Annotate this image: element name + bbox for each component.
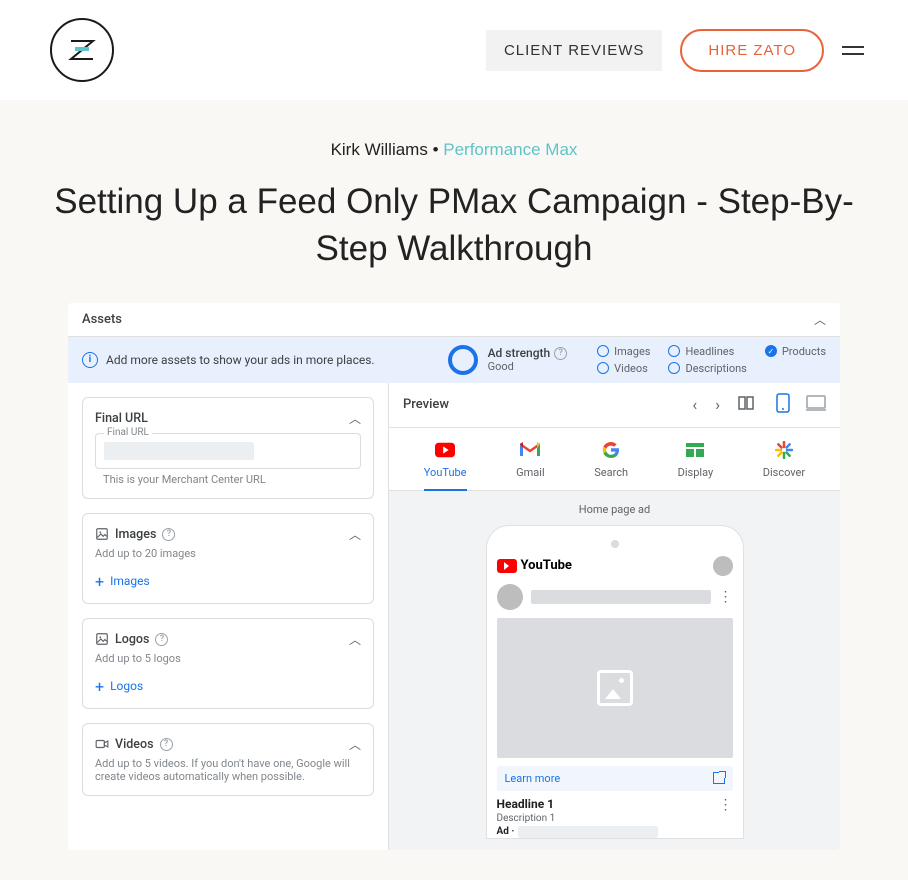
youtube-logo: YouTube xyxy=(497,558,572,573)
check-headlines: Headlines xyxy=(668,345,746,358)
tab-youtube[interactable]: YouTube xyxy=(424,440,467,491)
final-url-title: Final URL xyxy=(95,411,148,426)
screenshot-container: Assets ︿ i Add more assets to show your … xyxy=(68,303,840,850)
logos-card: Logos? ︿ Add up to 5 logos +Logos xyxy=(82,618,374,709)
tab-search[interactable]: Search xyxy=(594,440,628,490)
phone-mockup: YouTube ⋮ Learn more xyxy=(487,526,743,838)
more-icon[interactable]: ⋮ xyxy=(719,797,733,838)
tab-display[interactable]: Display xyxy=(678,440,714,490)
check-videos: Videos xyxy=(597,362,650,375)
asset-checklist: Images Headlines ✓Products Videos Descri… xyxy=(597,345,826,375)
avatar-placeholder xyxy=(713,556,733,576)
images-card: Images? ︿ Add up to 20 images +Images xyxy=(82,513,374,604)
picture-icon xyxy=(597,670,633,706)
final-url-input[interactable]: Final URL xyxy=(95,433,361,469)
check-products: ✓Products xyxy=(765,345,826,358)
info-strip: i Add more assets to show your ads in mo… xyxy=(68,337,840,383)
preview-label: Preview xyxy=(403,397,449,412)
assets-left-column: Final URL ︿ Final URL This is your Merch… xyxy=(68,383,389,850)
next-arrow-icon[interactable]: › xyxy=(715,395,720,414)
help-icon[interactable]: ? xyxy=(155,633,168,646)
assets-panel-header[interactable]: Assets ︿ xyxy=(68,303,840,337)
menu-icon[interactable] xyxy=(842,46,864,55)
preview-description: Description 1 xyxy=(497,813,659,824)
hire-zato-button[interactable]: HIRE ZATO xyxy=(680,29,824,72)
strength-ring-icon xyxy=(448,345,478,375)
chevron-up-icon[interactable]: ︿ xyxy=(349,410,361,427)
site-header: CLIENT REVIEWS HIRE ZATO xyxy=(0,0,908,100)
videos-card: Videos? ︿ Add up to 5 videos. If you don… xyxy=(82,723,374,796)
tab-gmail[interactable]: Gmail xyxy=(516,440,544,490)
chevron-up-icon[interactable]: ︿ xyxy=(349,631,361,648)
preview-column: Preview ‹ › YouTube xyxy=(389,383,840,850)
ad-label: Ad · xyxy=(497,826,515,837)
home-page-ad-label: Home page ad xyxy=(579,503,650,516)
info-icon: i xyxy=(82,352,98,368)
article-header: Kirk Williams • Performance Max Setting … xyxy=(0,100,908,303)
image-icon xyxy=(95,632,109,646)
image-placeholder xyxy=(497,618,733,758)
prev-arrow-icon[interactable]: ‹ xyxy=(692,395,697,414)
preview-headline: Headline 1 xyxy=(497,797,659,811)
tab-discover[interactable]: Discover xyxy=(763,440,805,490)
more-icon[interactable]: ⋮ xyxy=(719,589,733,605)
article-title: Setting Up a Feed Only PMax Campaign - S… xyxy=(40,178,868,273)
ad-strength: Ad strength? Good xyxy=(448,345,568,375)
add-logos-link[interactable]: +Logos xyxy=(95,677,361,696)
chevron-up-icon[interactable]: ︿ xyxy=(349,736,361,753)
external-link-icon xyxy=(713,772,725,784)
phone-notch xyxy=(611,540,619,548)
help-icon[interactable]: ? xyxy=(160,738,173,751)
text-placeholder xyxy=(531,590,711,604)
assets-label: Assets xyxy=(82,312,122,327)
help-icon[interactable]: ? xyxy=(162,528,175,541)
client-reviews-button[interactable]: CLIENT REVIEWS xyxy=(486,30,662,71)
check-images: Images xyxy=(597,345,650,358)
category-link[interactable]: Performance Max xyxy=(443,140,577,159)
mobile-device-icon[interactable] xyxy=(776,393,790,417)
columns-icon[interactable] xyxy=(738,395,754,415)
check-descriptions: Descriptions xyxy=(668,362,746,375)
info-text: Add more assets to show your ads in more… xyxy=(106,353,375,367)
video-icon xyxy=(95,737,109,751)
author-name: Kirk Williams xyxy=(331,140,428,159)
logo[interactable] xyxy=(50,18,114,82)
image-icon xyxy=(95,527,109,541)
desktop-device-icon[interactable] xyxy=(806,395,826,415)
chevron-up-icon[interactable]: ︿ xyxy=(349,526,361,543)
final-url-helper: This is your Merchant Center URL xyxy=(103,473,361,486)
channel-avatar-placeholder xyxy=(497,584,523,610)
redacted-value xyxy=(104,442,254,460)
help-icon[interactable]: ? xyxy=(554,347,567,360)
add-images-link[interactable]: +Images xyxy=(95,572,361,591)
learn-more-link[interactable]: Learn more xyxy=(497,766,733,791)
preview-tabs: YouTube Gmail Search Display Discover xyxy=(389,428,840,491)
chevron-up-icon: ︿ xyxy=(814,311,826,328)
final-url-card: Final URL ︿ Final URL This is your Merch… xyxy=(82,397,374,499)
redacted-value xyxy=(518,826,658,838)
